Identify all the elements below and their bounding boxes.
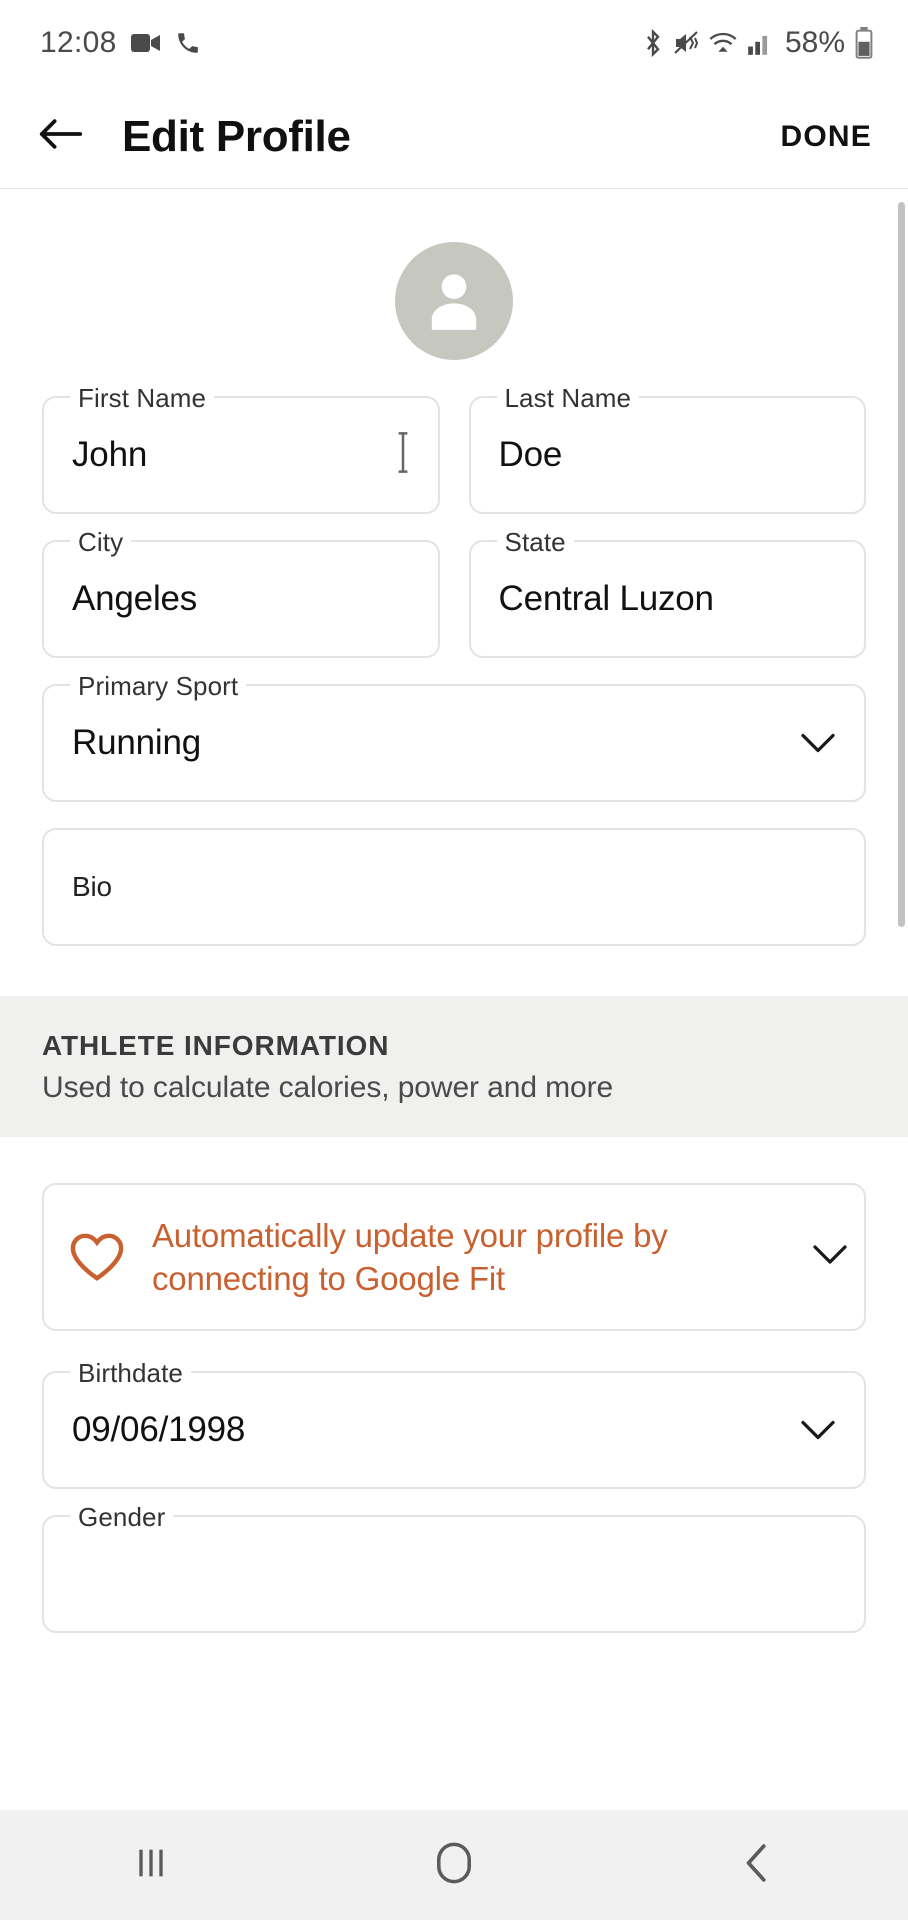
wifi-icon xyxy=(708,30,738,56)
city-value: Angeles xyxy=(72,579,198,618)
state-value: Central Luzon xyxy=(498,579,715,618)
birthdate-value: 09/06/1998 xyxy=(72,1410,246,1449)
birthdate-field[interactable]: Birthdate 09/06/1998 xyxy=(42,1360,866,1489)
first-name-label: First Name xyxy=(70,385,215,411)
vertical-scrollbar[interactable] xyxy=(898,202,905,927)
header-back-button[interactable] xyxy=(30,106,92,168)
state-label: State xyxy=(496,529,574,555)
nav-home-button[interactable] xyxy=(379,1810,529,1920)
birthdate-row: Birthdate 09/06/1998 xyxy=(0,1360,908,1489)
arrow-left-icon xyxy=(37,114,85,159)
google-fit-connect-card[interactable]: Automatically update your profile by con… xyxy=(42,1183,866,1331)
heart-outline-icon xyxy=(68,1230,126,1284)
status-bar-right: 58% xyxy=(642,26,874,60)
bio-placeholder: Bio xyxy=(72,871,112,902)
gender-row: Gender xyxy=(0,1504,908,1633)
person-avatar-icon xyxy=(417,262,491,341)
google-fit-card-text: Automatically update your profile by con… xyxy=(152,1217,668,1297)
primary-sport-field[interactable]: Primary Sport Running xyxy=(42,673,866,802)
gender-field[interactable]: Gender xyxy=(42,1504,866,1633)
phone-call-icon xyxy=(175,30,201,56)
primary-sport-label: Primary Sport xyxy=(70,673,247,699)
first-name-field[interactable]: First Name John xyxy=(42,385,440,514)
mute-vibrate-icon xyxy=(673,29,699,57)
city-label: City xyxy=(70,529,132,555)
chevron-down-icon[interactable] xyxy=(800,1418,836,1442)
last-name-value: Doe xyxy=(498,435,563,474)
app-header: Edit Profile DONE xyxy=(0,85,908,189)
android-navigation-bar xyxy=(0,1810,908,1920)
cellular-signal-icon xyxy=(747,30,773,56)
status-bar-clock: 12:08 xyxy=(40,25,117,59)
done-button[interactable]: DONE xyxy=(773,108,880,166)
name-field-row: First Name John Last Name Doe xyxy=(0,385,908,514)
text-cursor-icon xyxy=(392,431,414,480)
birthdate-label: Birthdate xyxy=(70,1360,191,1386)
avatar-section xyxy=(0,190,908,396)
battery-icon xyxy=(854,26,874,59)
location-field-row: City Angeles State Central Luzon xyxy=(0,529,908,658)
state-field[interactable]: State Central Luzon xyxy=(468,529,866,658)
back-chevron-icon xyxy=(740,1841,774,1890)
status-bar: 12:08 58% xyxy=(0,0,908,85)
primary-sport-row: Primary Sport Running xyxy=(0,673,908,802)
video-camera-icon xyxy=(130,32,161,54)
nav-recents-button[interactable] xyxy=(76,1810,226,1920)
last-name-field[interactable]: Last Name Doe xyxy=(468,385,866,514)
last-name-label: Last Name xyxy=(496,385,640,411)
recents-icon xyxy=(131,1843,171,1888)
chevron-down-icon[interactable] xyxy=(812,1243,848,1272)
athlete-information-section: ATHLETE INFORMATION Used to calculate ca… xyxy=(0,996,908,1137)
city-field[interactable]: City Angeles xyxy=(42,529,440,658)
page-title: Edit Profile xyxy=(122,111,351,161)
primary-sport-value: Running xyxy=(72,723,201,762)
status-bar-left: 12:08 xyxy=(40,26,201,60)
athlete-information-subtitle: Used to calculate calories, power and mo… xyxy=(42,1071,614,1104)
bluetooth-icon xyxy=(642,28,664,58)
athlete-information-title: ATHLETE INFORMATION xyxy=(42,1030,390,1061)
chevron-down-icon[interactable] xyxy=(800,731,836,755)
gender-label: Gender xyxy=(70,1504,174,1530)
bio-field[interactable]: Bio xyxy=(42,828,866,946)
home-icon xyxy=(434,1841,474,1890)
profile-avatar[interactable] xyxy=(395,242,513,360)
profile-form-scroll-area[interactable]: First Name John Last Name Doe City Angel… xyxy=(0,190,908,1810)
battery-percent-label: 58% xyxy=(784,25,845,59)
nav-back-button[interactable] xyxy=(682,1810,832,1920)
first-name-value: John xyxy=(72,435,148,474)
